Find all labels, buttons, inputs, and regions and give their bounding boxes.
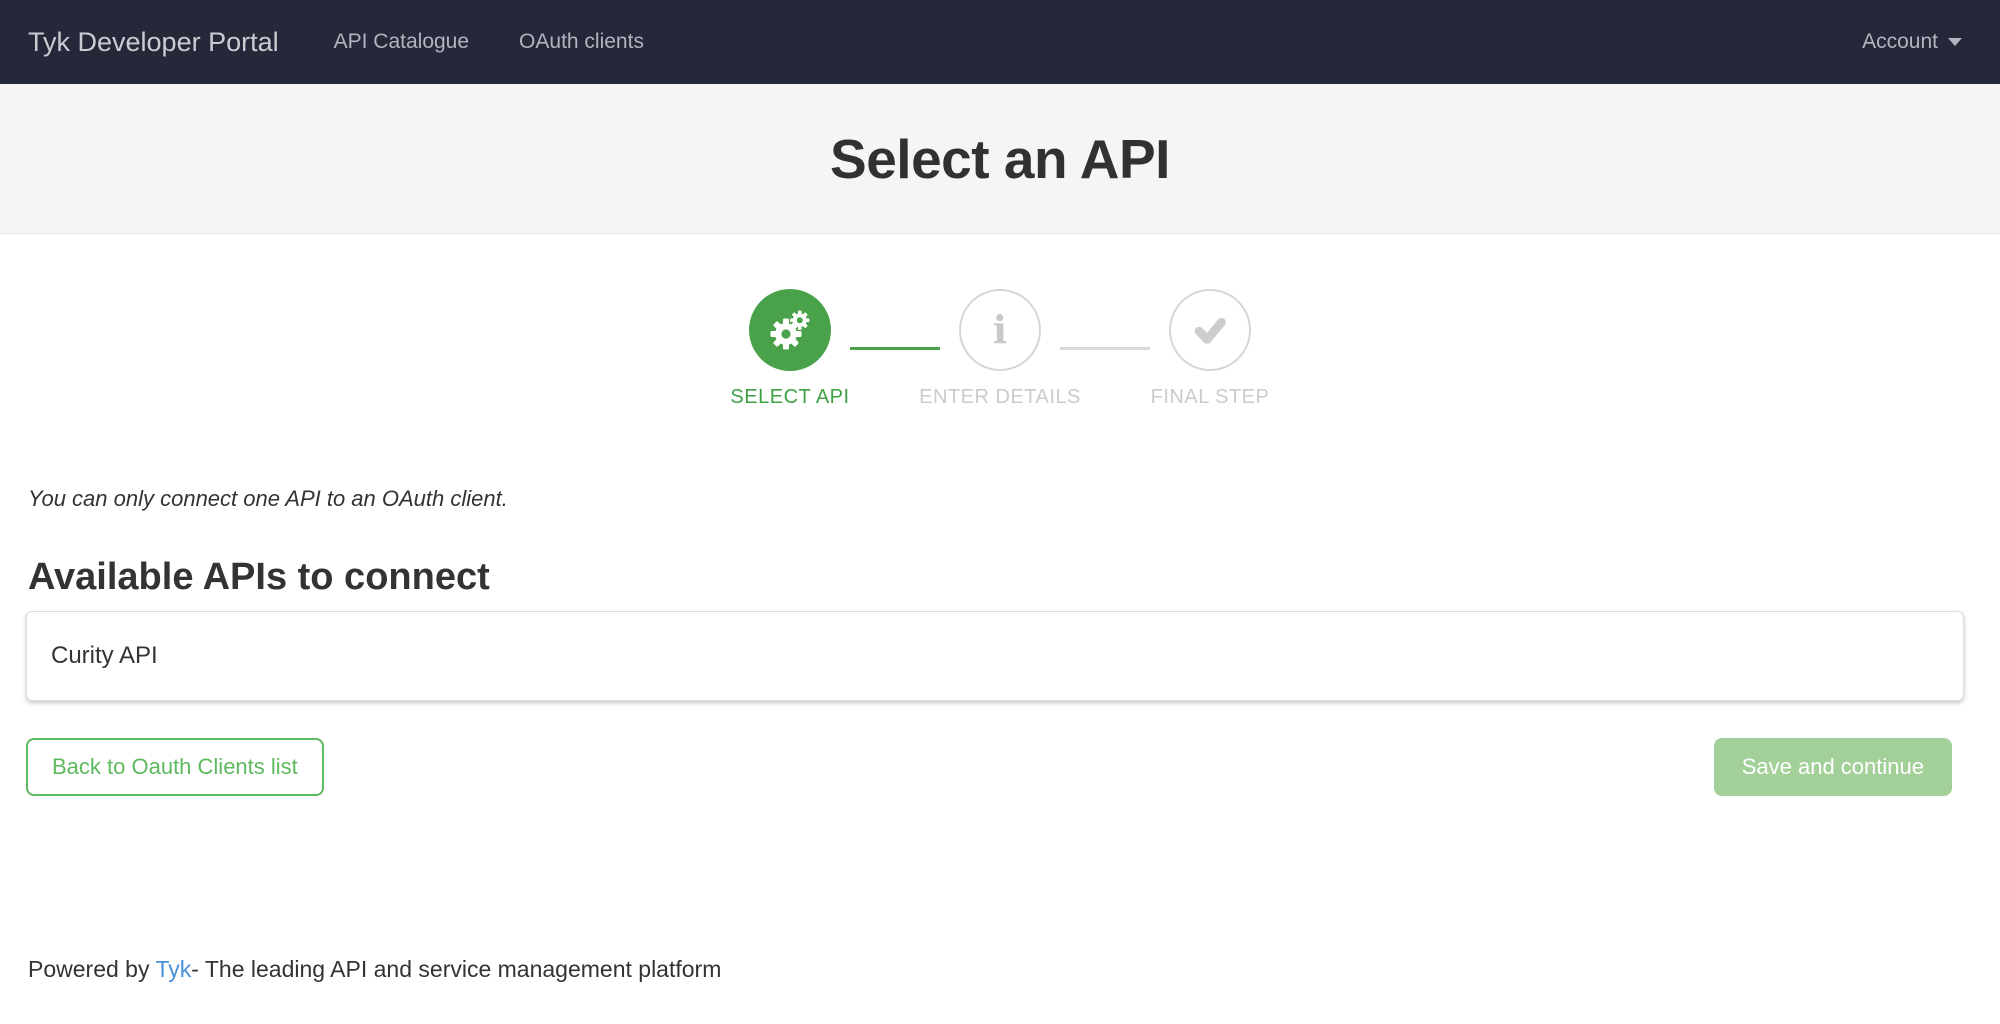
api-list-item-curity[interactable]: Curity API: [26, 611, 1964, 701]
step-enter-details: i ENTER DETAILS: [959, 289, 1041, 371]
gears-icon: [767, 307, 813, 353]
step-select-api: SELECT API: [749, 289, 831, 371]
step-connector-todo: [1060, 347, 1150, 350]
top-navbar: Tyk Developer Portal API Catalogue OAuth…: [0, 0, 2000, 84]
footer: Powered by Tyk- The leading API and serv…: [28, 956, 2000, 983]
footer-suffix: - The leading API and service management…: [191, 956, 721, 982]
account-dropdown[interactable]: Account: [1862, 30, 1962, 54]
step-enter-details-label: ENTER DETAILS: [919, 386, 1081, 409]
actions-row: Back to Oauth Clients list Save and cont…: [26, 738, 1952, 796]
back-to-oauth-clients-button[interactable]: Back to Oauth Clients list: [26, 738, 324, 796]
step-final-step-indicator: [1169, 289, 1251, 371]
step-final-step-label: FINAL STEP: [1151, 386, 1270, 409]
wizard-stepper: SELECT API i ENTER DETAILS FINAL STEP: [0, 289, 2000, 371]
connect-note: You can only connect one API to an OAuth…: [28, 486, 2000, 512]
api-name: Curity API: [51, 642, 158, 670]
available-apis-heading: Available APIs to connect: [28, 556, 2000, 598]
step-connector-done: [850, 347, 940, 350]
step-select-api-label: SELECT API: [730, 386, 849, 409]
caret-down-icon: [1948, 38, 1962, 46]
page-header-banner: Select an API: [0, 84, 2000, 234]
tyk-link[interactable]: Tyk: [155, 956, 191, 982]
info-icon: i: [993, 311, 1007, 349]
check-icon: [1188, 308, 1232, 352]
brand-link[interactable]: Tyk Developer Portal: [28, 27, 279, 58]
nav-item-oauth-clients[interactable]: OAuth clients: [519, 30, 644, 54]
step-final-step: FINAL STEP: [1169, 289, 1251, 371]
page-title: Select an API: [830, 127, 1170, 191]
step-enter-details-indicator: i: [959, 289, 1041, 371]
account-dropdown-label: Account: [1862, 30, 1938, 54]
footer-prefix: Powered by: [28, 956, 155, 982]
nav-item-api-catalogue[interactable]: API Catalogue: [334, 30, 469, 54]
step-select-api-indicator: [749, 289, 831, 371]
save-and-continue-button[interactable]: Save and continue: [1714, 738, 1952, 796]
main-content: You can only connect one API to an OAuth…: [0, 486, 2000, 796]
